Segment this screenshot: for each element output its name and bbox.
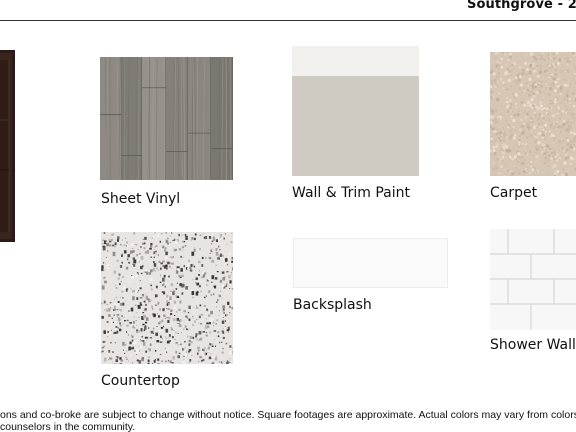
finish-selections-page: Southgrove - 27 Sheet Vinyl Wall & Trim … xyxy=(0,0,576,432)
disclaimer-line-2: counselors in the community. xyxy=(0,421,136,432)
header-divider xyxy=(0,20,576,21)
countertop-swatch xyxy=(101,232,233,364)
wall-paint-chip xyxy=(292,76,419,176)
cabinet-swatch xyxy=(0,50,15,242)
carpet-label: Carpet xyxy=(490,185,538,201)
backsplash-label: Backsplash xyxy=(293,297,372,313)
shower-wall-swatch xyxy=(490,229,576,330)
carpet-swatch xyxy=(490,52,576,176)
shower-wall-label: Shower Wall xyxy=(490,337,576,353)
wall-trim-paint-swatch xyxy=(292,46,419,176)
wall-trim-paint-label: Wall & Trim Paint xyxy=(292,185,410,201)
disclaimer-line-1: ons and co-broke are subject to change w… xyxy=(0,409,576,421)
trim-paint-chip xyxy=(292,46,419,76)
sheet-vinyl-swatch xyxy=(100,57,233,180)
backsplash-swatch xyxy=(293,238,448,288)
countertop-label: Countertop xyxy=(101,373,180,389)
sheet-vinyl-label: Sheet Vinyl xyxy=(101,191,181,207)
community-title: Southgrove - 27 xyxy=(467,0,576,12)
